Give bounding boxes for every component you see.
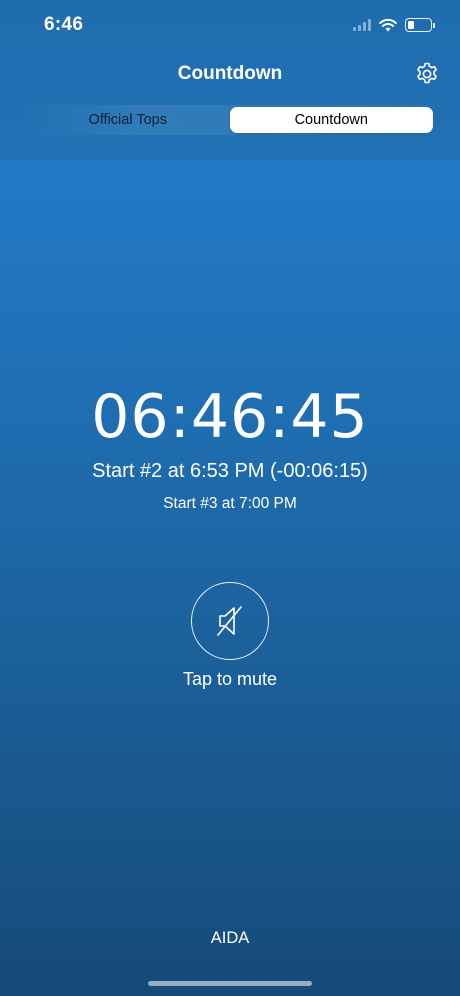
battery-icon <box>405 18 435 32</box>
following-start-info: Start #3 at 7:00 PM <box>163 495 297 512</box>
mute-label: Tap to mute <box>182 669 278 689</box>
tab-official-tops[interactable]: Official Tops <box>26 107 230 133</box>
page-title: Countdown <box>177 63 283 84</box>
mute-button[interactable] <box>191 582 269 660</box>
battery-level <box>407 20 414 29</box>
home-indicator[interactable] <box>148 981 312 986</box>
wifi-icon <box>379 18 397 32</box>
speaker-muted-icon <box>217 606 242 636</box>
countdown-timer: 06:46:45 <box>91 382 369 452</box>
footer-brand: AIDA <box>210 929 250 947</box>
status-bar: 6:46 <box>0 0 460 50</box>
status-icons <box>353 16 435 34</box>
cellular-signal-icon <box>353 19 371 31</box>
gear-icon[interactable] <box>414 61 440 87</box>
tab-countdown[interactable]: Countdown <box>229 107 433 133</box>
next-start-info: Start #2 at 6:53 PM (-00:06:15) <box>92 460 368 482</box>
status-time: 6:46 <box>44 14 84 35</box>
view-segmented-control: Official Tops Countdown <box>24 105 435 135</box>
